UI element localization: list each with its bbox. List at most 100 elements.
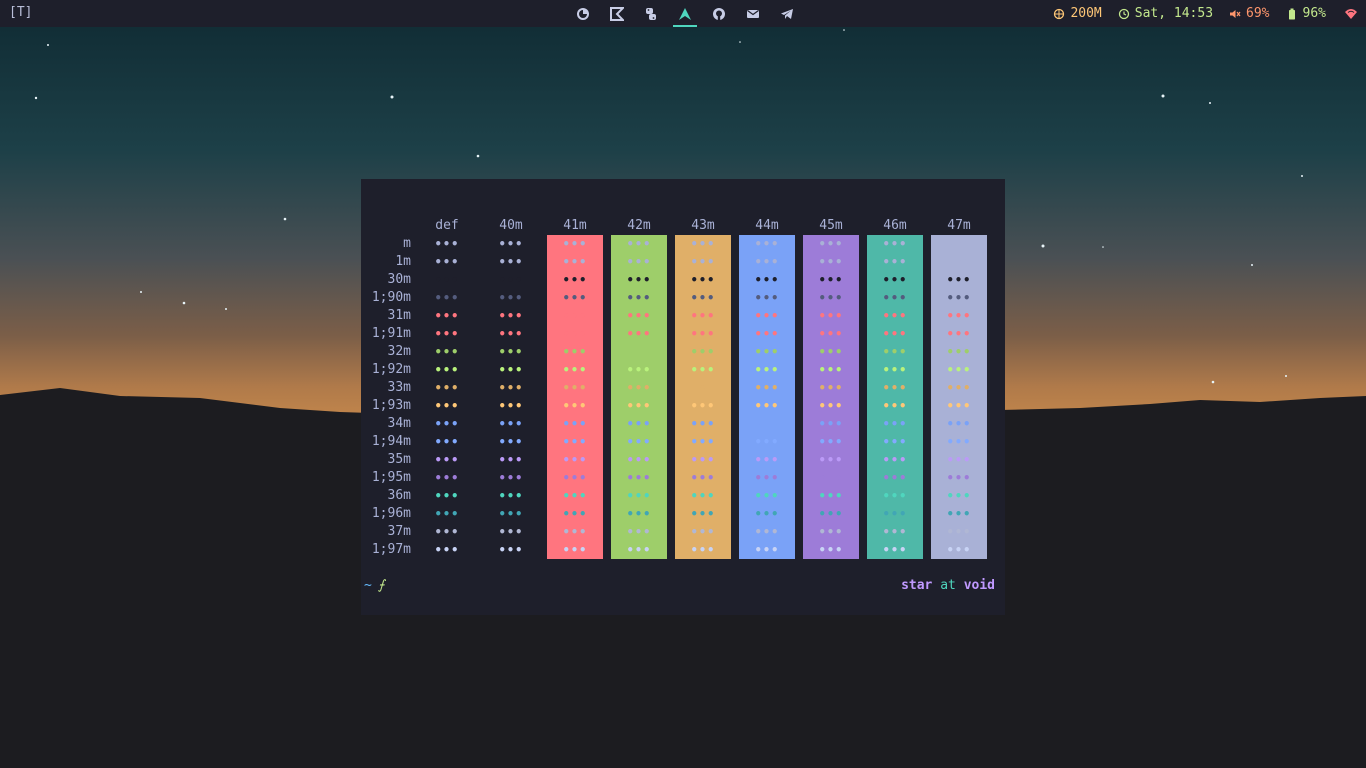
color-sample: •••: [498, 435, 524, 449]
color-sample: •••: [626, 525, 652, 539]
color-sample: •••: [690, 453, 716, 467]
color-sample: •••: [882, 381, 908, 395]
color-sample: •••: [946, 345, 972, 359]
color-sample: •••: [498, 543, 524, 557]
column-header: 47m: [947, 218, 971, 233]
color-sample: •••: [498, 363, 524, 377]
color-sample: •••: [498, 309, 524, 323]
color-sample: •••: [434, 255, 460, 269]
color-sample: •••: [498, 381, 524, 395]
color-sample: •••: [882, 489, 908, 503]
color-sample: •••: [498, 471, 524, 485]
color-sample: •••: [626, 489, 652, 503]
battery-value: 96%: [1302, 6, 1326, 21]
color-sample: •••: [690, 417, 716, 431]
color-sample: •••: [562, 345, 588, 359]
color-sample: •••: [946, 327, 972, 341]
color-sample: •••: [818, 273, 844, 287]
color-sample: •••: [690, 399, 716, 413]
terminal-window[interactable]: def 40m 41m 42m 43m 44m 45m 46m 47m m ••• ••• ••• •••…: [361, 179, 1005, 615]
color-sample: •••: [562, 489, 588, 503]
color-sample: •••: [754, 435, 780, 449]
color-sample: •••: [690, 363, 716, 377]
color-sample: •••: [754, 327, 780, 341]
wifi-indicator[interactable]: [1344, 7, 1358, 21]
github-icon[interactable]: [702, 0, 736, 27]
row-label: 35m: [387, 452, 411, 467]
battery-indicator[interactable]: 96%: [1286, 6, 1326, 21]
color-sample: •••: [626, 417, 652, 431]
wifi-icon: [1345, 8, 1357, 19]
color-sample: •••: [690, 507, 716, 521]
color-sample: •••: [946, 255, 972, 269]
color-sample: •••: [498, 453, 524, 467]
color-sample: •••: [626, 435, 652, 449]
color-sample: •••: [754, 453, 780, 467]
color-sample: •••: [562, 291, 588, 305]
color-sample: •••: [946, 543, 972, 557]
row-label: 1;95m: [371, 470, 411, 485]
app-launcher: [566, 0, 804, 27]
kotlin-icon[interactable]: [600, 0, 634, 27]
color-sample: •••: [754, 489, 780, 503]
color-sample: •••: [562, 363, 588, 377]
column-header: 40m: [499, 218, 523, 233]
clock-indicator[interactable]: Sat, 14:53: [1118, 6, 1213, 21]
arch-icon[interactable]: [668, 0, 702, 27]
color-sample: •••: [946, 435, 972, 449]
color-sample: •••: [498, 417, 524, 431]
color-sample: •••: [882, 435, 908, 449]
color-sample: •••: [434, 453, 460, 467]
color-sample: •••: [562, 417, 588, 431]
row-label: 31m: [387, 308, 411, 323]
color-sample: •••: [818, 381, 844, 395]
color-sample: •••: [626, 327, 652, 341]
telegram-icon[interactable]: [770, 0, 804, 27]
color-sample: •••: [690, 309, 716, 323]
color-sample: •••: [754, 525, 780, 539]
color-sample: •••: [946, 417, 972, 431]
color-sample: •••: [818, 435, 844, 449]
color-sample: •••: [434, 363, 460, 377]
color-sample: •••: [498, 345, 524, 359]
color-sample: •••: [434, 381, 460, 395]
color-sample: •••: [434, 417, 460, 431]
color-sample: •••: [818, 453, 844, 467]
color-sample: •••: [754, 507, 780, 521]
volume-indicator[interactable]: 69%: [1229, 6, 1270, 21]
color-sample: •••: [562, 273, 588, 287]
workspace-indicator[interactable]: [T]: [9, 5, 32, 20]
color-sample: •••: [690, 237, 716, 251]
color-sample: •••: [690, 381, 716, 395]
color-sample: •••: [882, 363, 908, 377]
color-sample: •••: [434, 435, 460, 449]
color-sample: •••: [562, 507, 588, 521]
python-icon[interactable]: [634, 0, 668, 27]
color-sample: •••: [818, 489, 844, 503]
row-label: 34m: [387, 416, 411, 431]
color-sample: •••: [818, 399, 844, 413]
color-sample: •••: [498, 399, 524, 413]
column-header: 43m: [691, 218, 715, 233]
mail-icon[interactable]: [736, 0, 770, 27]
firefox-icon[interactable]: [566, 0, 600, 27]
shell-prompt[interactable]: ~ ⨍: [364, 577, 385, 595]
color-sample: •••: [434, 543, 460, 557]
row-label: 1;93m: [371, 398, 411, 413]
color-sample: •••: [946, 363, 972, 377]
color-sample: •••: [882, 273, 908, 287]
color-sample: •••: [754, 309, 780, 323]
row-label: 1m: [395, 254, 411, 269]
color-sample: •••: [434, 327, 460, 341]
color-sample: •••: [690, 291, 716, 305]
color-sample: •••: [434, 345, 460, 359]
color-sample: •••: [626, 453, 652, 467]
color-sample: •••: [498, 237, 524, 251]
color-sample: •••: [754, 273, 780, 287]
memory-indicator[interactable]: 200M: [1053, 6, 1102, 21]
color-sample: •••: [882, 507, 908, 521]
memory-value: 200M: [1070, 6, 1102, 21]
color-sample: •••: [754, 363, 780, 377]
right-prompt: star at void: [901, 577, 995, 595]
color-sample: •••: [754, 381, 780, 395]
